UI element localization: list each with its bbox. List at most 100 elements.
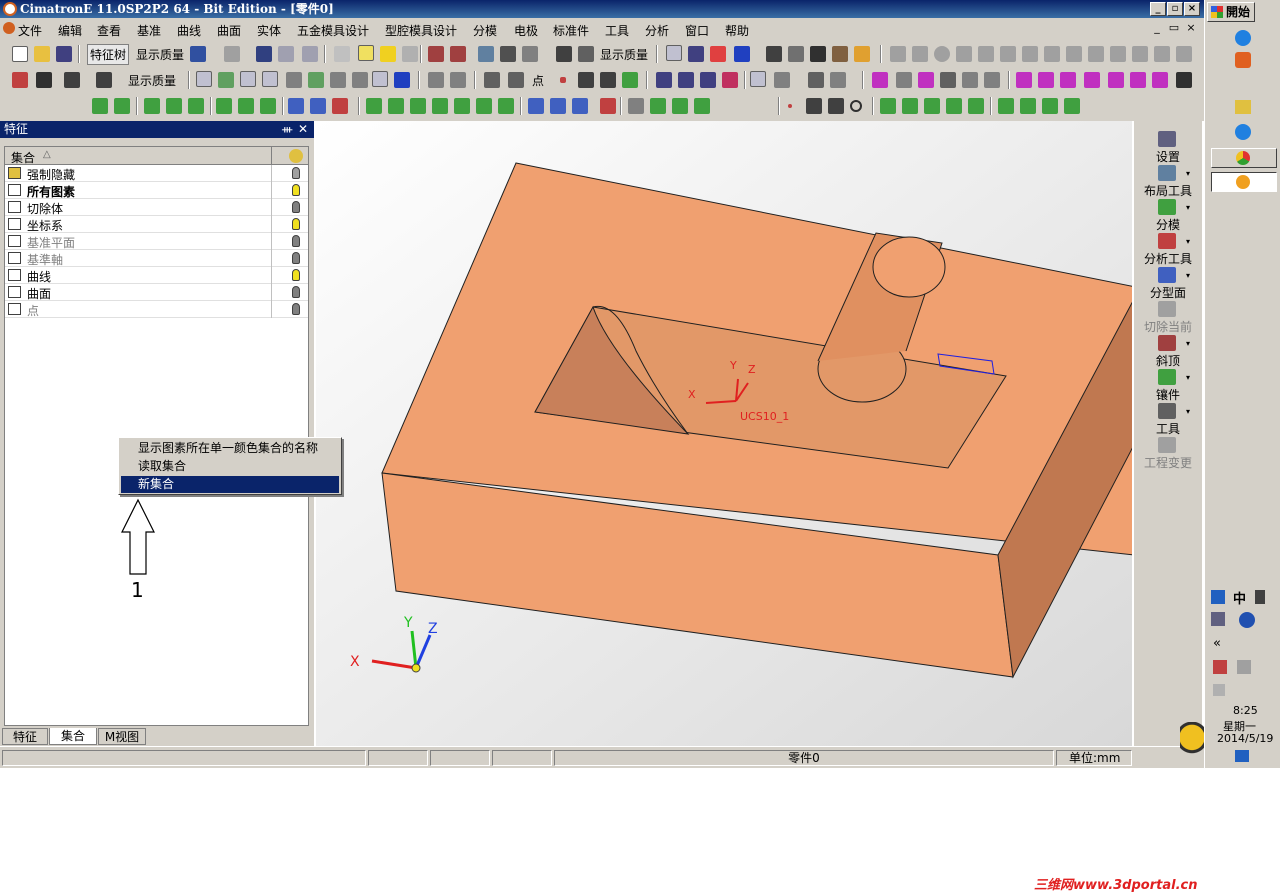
list-item[interactable]: 基準軸 [5,250,308,267]
clock-time[interactable]: 8:25 [1233,704,1258,717]
curve-op-8-icon[interactable] [1042,98,1058,114]
visual-studio-icon[interactable] [1235,76,1251,92]
view-4-icon[interactable] [722,72,738,88]
menu-analysis[interactable]: 分析 [645,22,669,39]
list-item[interactable]: 坐标系 [5,216,308,233]
transform-4-icon[interactable] [1084,72,1100,88]
tools-icon[interactable] [302,46,318,62]
solid-op-8-icon[interactable] [528,98,544,114]
show-desktop-icon[interactable] [1235,750,1249,762]
visibility-column-icon[interactable] [289,149,303,163]
select-filter-icon[interactable] [96,72,112,88]
view-2-icon[interactable] [678,72,694,88]
menu-die-design[interactable]: 五金模具设计 [297,22,369,39]
select-x-icon[interactable] [36,72,52,88]
point-marker-icon[interactable] [788,104,792,108]
surface-11-icon[interactable] [332,98,348,114]
render-icon[interactable] [830,72,846,88]
cube-view-icon[interactable] [750,71,766,87]
circle-2-icon[interactable] [850,100,862,112]
filter-1-icon[interactable] [196,71,212,87]
mold-icon[interactable] [556,46,572,62]
transform-2-icon[interactable] [1038,72,1054,88]
visibility-bulb-icon[interactable] [292,286,300,298]
assembly-icon[interactable] [278,46,294,62]
curve-tool-11-icon[interactable] [1154,46,1170,62]
paint-bucket-icon[interactable] [734,46,750,62]
solid-3-icon[interactable] [918,72,934,88]
point-tool-2-icon[interactable] [450,72,466,88]
curve-op-9-icon[interactable] [1064,98,1080,114]
surface-1-icon[interactable] [92,98,108,114]
mold-tool-4[interactable]: 分型面 ▾ [1134,267,1202,301]
curve-tool-1-icon[interactable] [890,46,906,62]
line-style-icon[interactable] [788,46,804,62]
select-box-icon[interactable] [64,72,80,88]
measure-icon[interactable] [522,46,538,62]
menu-file[interactable]: 文件 [18,22,42,39]
curve-op-1-icon[interactable] [880,98,896,114]
bulb-show-icon[interactable] [380,46,396,62]
menu-window[interactable]: 窗口 [685,22,709,39]
minimize-button[interactable]: _ [1150,2,1166,16]
curve-tool-10-icon[interactable] [1110,46,1126,62]
curve-op-5-icon[interactable] [968,98,984,114]
list-item[interactable]: 曲线 [5,267,308,284]
list-item[interactable]: 切除体 [5,199,308,216]
dropdown-arrow-icon[interactable]: ▾ [1186,271,1190,280]
solid-op-12-icon[interactable] [628,98,644,114]
ime-indicator[interactable]: 中 [1233,588,1246,607]
help-tray-icon[interactable] [1211,590,1225,604]
tab-sets[interactable]: 集合 [49,728,97,745]
menu-datum[interactable]: 基准 [137,22,161,39]
menu-electrode[interactable]: 电极 [514,22,538,39]
transform-1-icon[interactable] [1016,72,1032,88]
brush-icon[interactable] [832,46,848,62]
ie-icon-2[interactable] [1235,124,1251,140]
rotate-icon[interactable] [688,46,704,62]
menu-surface[interactable]: 曲面 [217,22,241,39]
sketch-icon[interactable] [484,72,500,88]
dropdown-arrow-icon[interactable]: ▾ [1186,237,1190,246]
layer-icon[interactable] [854,46,870,62]
mold-tool-2[interactable]: 分模 ▾ [1134,199,1202,233]
ie-icon[interactable] [1235,30,1251,46]
bulb-hide-icon[interactable] [402,46,418,62]
point-tool-1-icon[interactable] [428,72,444,88]
view-3-icon[interactable] [700,72,716,88]
filter-3-icon[interactable] [240,71,256,87]
new-file-icon[interactable] [12,46,28,62]
taskbar-app-chrome[interactable] [1211,148,1277,168]
prev-icon[interactable] [428,46,444,62]
device-icon[interactable] [1237,660,1251,674]
ime-settings-icon[interactable] [1211,612,1225,626]
visibility-bulb-icon[interactable] [292,303,300,315]
filter-6-icon[interactable] [308,72,324,88]
curve-tool-7-icon[interactable] [1044,46,1060,62]
curve-tool-12-icon[interactable] [1176,46,1192,62]
part-icon[interactable] [578,46,594,62]
xyz-icon[interactable] [1132,46,1148,62]
solid-4-icon[interactable] [940,72,956,88]
menu-item-show-color-set-name[interactable]: 显示图素所在单一颜色集合的名称 [121,440,339,457]
filter-9-icon[interactable] [372,71,388,87]
transform-8-icon[interactable] [1176,72,1192,88]
curve-tool-3-icon[interactable] [956,46,972,62]
mold-tool-5[interactable]: 切除当前 [1134,301,1202,335]
mold-tool-8[interactable]: 工具 ▾ [1134,403,1202,437]
surface-3-icon[interactable] [144,98,160,114]
start-button[interactable]: 開始 [1207,2,1255,22]
mdi-close-button[interactable]: × [1184,21,1198,34]
solid-op-11-icon[interactable] [600,98,616,114]
list-item[interactable]: 强制隐藏 [5,165,308,182]
surface-6-icon[interactable] [216,98,232,114]
mold-tool-1[interactable]: 布局工具 ▾ [1134,165,1202,199]
feature-tree-toggle[interactable]: 特征树 [87,44,130,65]
dropdown-arrow-icon[interactable]: ▾ [1186,339,1190,348]
line-icon[interactable] [578,72,594,88]
dropdown-arrow-icon[interactable]: ▾ [1186,169,1190,178]
solid-6-icon[interactable] [984,72,1000,88]
folder-icon[interactable] [1235,100,1251,114]
curve-2-icon[interactable] [828,98,844,114]
next-icon[interactable] [450,46,466,62]
